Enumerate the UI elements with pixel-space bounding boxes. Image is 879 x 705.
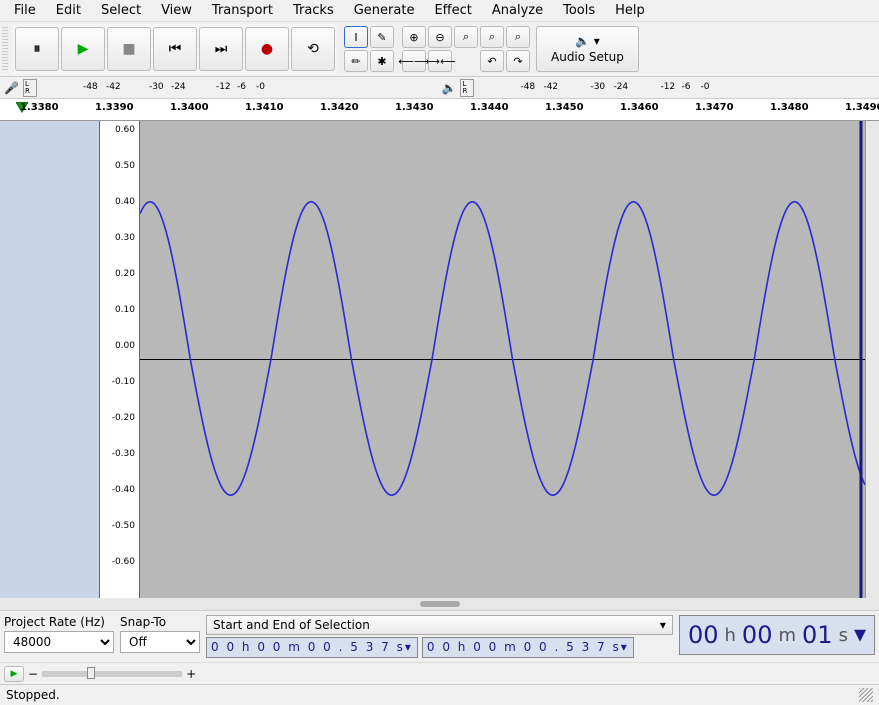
meters-row: 🎤 LR -48-42-30-24-12-6-0 🔈 LR -48-42-30-… [0,77,879,99]
draw-tool[interactable]: ✏ [344,50,368,72]
menu-effect[interactable]: Effect [424,1,481,20]
skip-start-button[interactable]: ⏮ [153,27,197,71]
skip-end-button[interactable]: ⏭ [199,27,243,71]
menu-tracks[interactable]: Tracks [283,1,344,20]
zoom-in-icon: ⊕ [409,31,418,44]
zoom-toggle-icon: ⌕ [515,30,521,44]
loop-icon: ⟲ [307,41,319,57]
zoom-out-button[interactable]: ⊖ [428,26,452,48]
snap-to-select[interactable]: Off [120,631,200,653]
track-area: 0.600.500.400.300.200.100.00-0.10-0.20-0… [0,121,879,598]
menu-file[interactable]: File [4,1,46,20]
tools-group: I ✎ ✏ ✱ [342,24,396,74]
menu-tools[interactable]: Tools [553,1,605,20]
play-small-icon: ▶ [11,669,18,679]
resize-grip[interactable] [859,688,873,702]
zoom-in-button[interactable]: ⊕ [402,26,426,48]
track-control-panel[interactable] [0,121,100,598]
edit-zoom-group: ⊕ ⊖ ⌕ ⌕ ⌕ ⟵⟶ ⟶⟵ ↶ ↷ [400,24,532,74]
fit-project-button[interactable]: ⌕ [480,26,504,48]
menu-help[interactable]: Help [605,1,655,20]
selection-icon: I [354,31,357,44]
audio-setup-label: Audio Setup [551,50,624,64]
play-at-speed-button[interactable]: ▶ [4,666,24,682]
zoom-out-icon: ⊖ [435,31,444,44]
pause-button[interactable]: ⏸ [15,27,59,71]
redo-icon: ↷ [513,55,522,68]
recording-meter[interactable]: -48-42-30-24-12-6-0 [41,79,438,97]
stop-button[interactable]: ■ [107,27,151,71]
multi-tool[interactable]: ✱ [370,50,394,72]
transport-group: ⏸ ▶ ■ ⏮ ⏭ ● ⟲ [12,24,338,74]
project-rate-label: Project Rate (Hz) [4,615,114,629]
speed-minus-icon: − [28,667,38,681]
horizontal-scroll-handle[interactable] [0,598,879,610]
skip-end-icon: ⏭ [215,41,228,57]
audio-setup-button[interactable]: 🔈 ▾ Audio Setup [536,26,639,72]
selection-mode-dropdown[interactable]: Start and End of Selection▾ [206,615,673,635]
playback-speaker-icon[interactable]: 🔈 [442,81,457,95]
undo-button[interactable]: ↶ [480,50,504,72]
envelope-tool[interactable]: ✎ [370,26,394,48]
fit-selection-button[interactable]: ⌕ [454,26,478,48]
play-lr-labels: LR [460,79,474,97]
status-bar: Stopped. [0,684,879,705]
toolbar-grip[interactable] [2,27,8,71]
speed-plus-icon: + [186,667,196,681]
menu-generate[interactable]: Generate [344,1,425,20]
loop-button[interactable]: ⟲ [291,27,335,71]
skip-start-icon: ⏮ [169,41,182,57]
trim-button[interactable]: ⟵⟶ [402,50,426,72]
project-rate-select[interactable]: 48000 [4,631,114,653]
fit-selection-icon: ⌕ [463,30,469,44]
silence-button[interactable]: ⟶⟵ [428,50,452,72]
menu-view[interactable]: View [151,1,202,20]
amplitude-ruler: 0.600.500.400.300.200.100.00-0.10-0.20-0… [100,121,140,598]
stop-icon: ■ [122,41,135,57]
menu-transport[interactable]: Transport [202,1,283,20]
rec-lr-labels: LR [23,79,37,97]
audio-position-time[interactable]: 00h 00m 01s▾ [679,615,875,655]
selection-tool[interactable]: I [344,26,368,48]
envelope-icon: ✎ [377,31,386,44]
main-toolbar: ⏸ ▶ ■ ⏮ ⏭ ● ⟲ I ✎ ✏ ✱ ⊕ ⊖ ⌕ ⌕ ⌕ ⟵⟶ ⟶⟵ ↶ … [0,22,879,77]
menu-bar: File Edit Select View Transport Tracks G… [0,0,879,22]
playback-meter[interactable]: -48-42-30-24-12-6-0 [478,79,875,97]
selection-bar: Project Rate (Hz) 48000 Snap-To Off Star… [0,610,879,662]
mic-icon[interactable]: 🎤 [4,81,19,95]
play-icon: ▶ [78,41,89,57]
speaker-icon: 🔈 ▾ [575,34,600,48]
redo-button[interactable]: ↷ [506,50,530,72]
record-button[interactable]: ● [245,27,289,71]
record-icon: ● [261,41,273,57]
zoom-toggle-button[interactable]: ⌕ [506,26,530,48]
pause-icon: ⏸ [34,41,41,57]
chevron-down-icon: ▾ [660,618,666,632]
vertical-scrollbar[interactable] [865,121,879,598]
snap-to-label: Snap-To [120,615,200,629]
menu-analyze[interactable]: Analyze [482,1,553,20]
menu-edit[interactable]: Edit [46,1,91,20]
timeline-ruler[interactable]: 1.33801.33901.34001.34101.34201.34301.34… [0,99,879,121]
selection-end-time[interactable]: 0 0 h 0 0 m 0 0 . 5 3 7 s▾ [422,637,634,658]
play-at-speed-bar: ▶ − + [0,662,879,684]
play-button[interactable]: ▶ [61,27,105,71]
selection-start-time[interactable]: 0 0 h 0 0 m 0 0 . 5 3 7 s▾ [206,637,418,658]
undo-icon: ↶ [487,55,496,68]
draw-icon: ✏ [351,55,360,68]
menu-select[interactable]: Select [91,1,151,20]
silence-icon: ⟶⟵ [424,55,456,68]
playback-speed-slider[interactable] [42,671,182,677]
multi-icon: ✱ [377,55,386,68]
waveform-display[interactable] [140,121,865,598]
status-text: Stopped. [6,688,60,702]
fit-project-icon: ⌕ [489,30,495,44]
